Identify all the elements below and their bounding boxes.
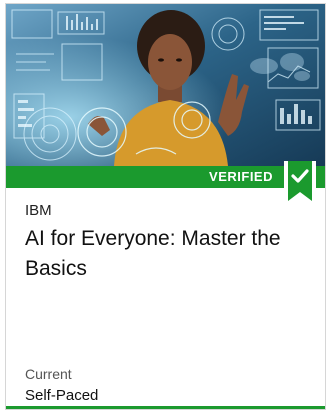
- course-pacing: Self-Paced: [25, 387, 99, 404]
- verified-banner: VERIFIED: [6, 166, 325, 188]
- course-status-label: Current: [25, 366, 72, 382]
- course-hero-image: [6, 4, 325, 166]
- course-organization: IBM: [25, 202, 52, 219]
- verified-label: VERIFIED: [209, 169, 273, 184]
- checkmark-ribbon-icon: [281, 161, 319, 211]
- course-title[interactable]: AI for Everyone: Master the Basics: [25, 224, 320, 284]
- course-card[interactable]: VERIFIED IBM AI for Everyone: Master the…: [5, 3, 326, 410]
- card-bottom-accent: [6, 406, 325, 409]
- futuristic-interface-illustration: [6, 4, 325, 166]
